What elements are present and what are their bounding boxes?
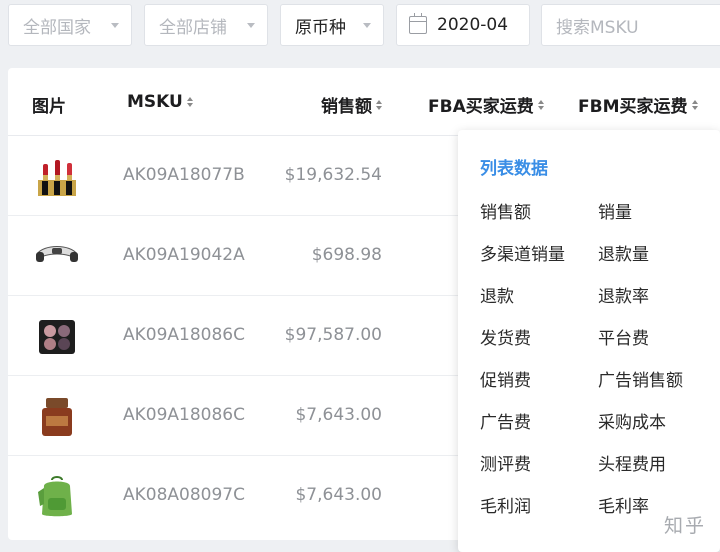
msku-search-input[interactable]: 搜索MSKU xyxy=(541,4,720,46)
chevron-down-icon xyxy=(247,23,255,28)
store-select-placeholder: 全部店铺 xyxy=(159,17,227,38)
column-option-ad-sales[interactable]: 广告销售额 xyxy=(598,366,683,391)
msku-cell: AK09A19042A xyxy=(123,245,245,265)
msku-cell: AK09A18077B xyxy=(123,165,245,185)
column-header-msku[interactable]: MSKU xyxy=(127,92,193,112)
massager-product-icon xyxy=(36,246,78,262)
currency-select-value: 原币种 xyxy=(295,17,346,38)
msku-cell: AK08A08097C xyxy=(123,485,245,505)
country-select-placeholder: 全部国家 xyxy=(23,17,91,38)
column-option-ad-cost[interactable]: 广告费 xyxy=(480,408,531,433)
column-header-fba-shipping-label: FBA买家运费 xyxy=(428,97,534,117)
zhihu-watermark: 知乎 xyxy=(663,515,706,537)
currency-select[interactable]: 原币种 xyxy=(280,4,384,46)
column-header-sales[interactable]: 销售额 xyxy=(321,92,382,117)
column-option-refund-units[interactable]: 退款量 xyxy=(598,240,649,265)
column-header-sales-label: 销售额 xyxy=(321,97,372,117)
column-header-fbm-shipping-label: FBM买家运费 xyxy=(578,97,688,117)
column-header-image: 图片 xyxy=(32,92,66,117)
column-header-image-label: 图片 xyxy=(32,97,66,117)
sales-cell: $97,587.00 xyxy=(284,325,382,345)
msku-cell: AK09A18086C xyxy=(123,405,245,425)
column-option-gross-profit[interactable]: 毛利润 xyxy=(480,492,531,517)
sort-icon[interactable] xyxy=(537,99,544,110)
column-option-mcf-units[interactable]: 多渠道销量 xyxy=(480,240,565,265)
column-option-first-leg-cost[interactable]: 头程费用 xyxy=(598,450,666,475)
sort-icon[interactable] xyxy=(186,97,193,107)
chevron-down-icon xyxy=(363,23,371,28)
store-select[interactable]: 全部店铺 xyxy=(144,4,268,46)
msku-cell: AK09A18086C xyxy=(123,325,245,345)
column-option-platform-fee[interactable]: 平台费 xyxy=(598,324,649,349)
calendar-icon xyxy=(409,13,427,34)
serum-bottle-product-icon xyxy=(42,398,72,436)
column-option-refunds[interactable]: 退款 xyxy=(480,282,514,307)
month-picker-value: 2020-04 xyxy=(437,15,509,35)
column-option-units[interactable]: 销量 xyxy=(598,198,632,223)
sales-cell: $19,632.54 xyxy=(284,165,382,185)
column-option-shipping-fee[interactable]: 发货费 xyxy=(480,324,531,349)
eyeshadow-product-icon xyxy=(39,320,75,354)
backpack-product-icon xyxy=(38,476,72,517)
search-placeholder: 搜索MSKU xyxy=(556,17,639,38)
table-header: 图片 MSKU 销售额 FBA买家运费 FBM买家运费 xyxy=(8,68,720,136)
column-select-menu: 列表数据 销售额 销量 多渠道销量 退款量 退款 退款率 发货费 平台费 促销费… xyxy=(458,130,720,552)
sales-cell: $7,643.00 xyxy=(295,405,382,425)
chevron-down-icon xyxy=(111,23,119,28)
column-option-review-fee[interactable]: 测评费 xyxy=(480,450,531,475)
column-header-fbm-shipping[interactable]: FBM买家运费 xyxy=(578,92,698,117)
filter-bar: 全部国家 全部店铺 原币种 2020-04 搜索MSKU xyxy=(8,4,720,46)
column-header-msku-label: MSKU xyxy=(127,92,183,112)
column-menu-title: 列表数据 xyxy=(480,159,548,179)
column-header-fba-shipping[interactable]: FBA买家运费 xyxy=(428,92,544,117)
lipstick-product-icon xyxy=(38,160,76,196)
column-option-purchase-cost[interactable]: 采购成本 xyxy=(598,408,666,433)
sales-cell: $698.98 xyxy=(311,245,382,265)
month-picker[interactable]: 2020-04 xyxy=(396,4,530,46)
sales-cell: $7,643.00 xyxy=(295,485,382,505)
sort-icon[interactable] xyxy=(376,99,382,110)
sort-icon[interactable] xyxy=(691,99,698,110)
column-option-gross-margin[interactable]: 毛利率 xyxy=(598,492,649,517)
column-option-sales[interactable]: 销售额 xyxy=(480,198,531,223)
column-option-promo-fee[interactable]: 促销费 xyxy=(480,366,531,391)
country-select[interactable]: 全部国家 xyxy=(8,4,132,46)
column-option-refund-rate[interactable]: 退款率 xyxy=(598,282,649,307)
